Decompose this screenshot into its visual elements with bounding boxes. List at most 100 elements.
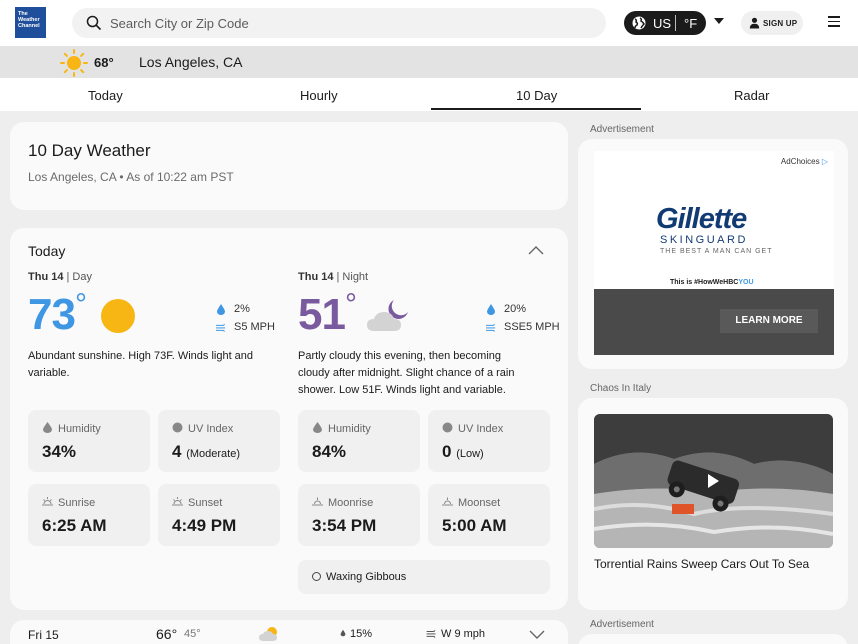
- night-moonset-label: Moonset: [458, 497, 501, 509]
- current-temp: 68°: [94, 55, 114, 70]
- night-period-label: Thu 14 | Night: [298, 271, 368, 283]
- adchoices-link[interactable]: AdChoices ▷: [781, 157, 828, 166]
- humidity-icon: [313, 422, 322, 433]
- night-moonrise-label: Moonrise: [328, 497, 374, 509]
- sunset-icon: [172, 497, 183, 506]
- night-uv-desc: (Low): [456, 448, 484, 460]
- day-temp-value: 73: [28, 290, 76, 339]
- night-period-part: | Night: [336, 271, 369, 283]
- person-icon: [749, 17, 760, 29]
- active-tab-indicator: [431, 108, 641, 110]
- video-thumbnail[interactable]: [594, 414, 833, 548]
- day-precip-value: 2%: [234, 303, 250, 315]
- daily-row-precip-value: 15%: [350, 628, 373, 640]
- night-moonset-tile: Moonset 5:00 AM: [428, 484, 550, 546]
- ad-hashtag-suffix: YOU: [738, 279, 754, 286]
- partly-cloudy-night-icon: [367, 300, 408, 331]
- adchoices-icon: ▷: [821, 157, 828, 166]
- partly-cloudy-icon: [259, 627, 277, 641]
- day-humidity-tile: Humidity 34%: [28, 410, 150, 472]
- day-sunrise-tile: Sunrise 6:25 AM: [28, 484, 150, 546]
- day-period-label: Thu 14 | Day: [28, 271, 92, 283]
- day-sunset-label: Sunset: [188, 497, 223, 509]
- night-precip: 20%: [486, 303, 526, 315]
- chevron-down-icon[interactable]: [714, 18, 724, 24]
- daily-row-wind: W 9 mph: [426, 628, 485, 640]
- tab-radar[interactable]: Radar: [734, 88, 769, 103]
- night-wind-value: SSE5 MPH: [504, 321, 560, 333]
- day-sunrise-value: 6:25 AM: [42, 516, 107, 535]
- day-temp: 73°: [28, 288, 87, 340]
- uv-index-icon: [442, 422, 453, 433]
- region-label: US: [653, 16, 672, 31]
- night-uv-tile: UV Index 0 (Low): [428, 410, 550, 472]
- chevron-down-icon[interactable]: [529, 630, 545, 640]
- ad-hashtag: This is #HowWeHBCYOU: [670, 279, 754, 286]
- night-uv-label: UV Index: [458, 423, 504, 435]
- day-uv-desc: (Moderate): [186, 448, 240, 460]
- day-forecast: Thu 14 | Day 73° 2% S5 MPH Abundant suns…: [28, 228, 298, 610]
- ad-product: SKINGUARD: [660, 234, 748, 246]
- day-temp-degree: °: [74, 288, 87, 321]
- daily-row-day: Fri 15: [28, 628, 59, 642]
- page-title: 10 Day Weather: [28, 141, 151, 160]
- ad-tagline: THE BEST A MAN CAN GET: [660, 248, 773, 255]
- raindrop-icon: [217, 303, 225, 315]
- day-narrative: Abundant sunshine. High 73F. Winds light…: [28, 350, 254, 379]
- sun-icon: [60, 49, 88, 77]
- moonset-icon: [442, 497, 453, 506]
- video-thumbnail-image: [594, 414, 833, 548]
- search-bar[interactable]: [72, 8, 606, 38]
- day-humidity-label: Humidity: [58, 423, 101, 435]
- raindrop-icon: [340, 629, 346, 637]
- unit-divider: [675, 15, 676, 31]
- daily-row-low: 45°: [184, 628, 201, 640]
- moon-phase-value: Waxing Gibbous: [326, 571, 407, 583]
- tab-today[interactable]: Today: [88, 88, 123, 103]
- globe-icon: [632, 16, 646, 30]
- sign-up-button[interactable]: SIGN UP: [741, 11, 803, 35]
- search-input[interactable]: [110, 13, 590, 33]
- moon-phase-tile: Waxing Gibbous: [298, 560, 550, 594]
- current-conditions-strip[interactable]: 68° Los Angeles, CA: [0, 46, 858, 78]
- daily-row-fri[interactable]: Fri 15 66° 45° 15% W 9 mph: [10, 620, 568, 644]
- learn-more-button[interactable]: LEARN MORE: [720, 309, 818, 333]
- advertisement-label-2: Advertisement: [590, 619, 654, 630]
- raindrop-icon: [487, 303, 495, 315]
- ad-banner[interactable]: AdChoices ▷ Gillette SKINGUARD THE BEST …: [594, 151, 834, 355]
- wind-icon: [426, 630, 436, 638]
- wind-icon: [216, 323, 226, 332]
- hamburger-menu-icon[interactable]: [828, 16, 840, 28]
- day-uv-tile: UV Index 4 (Moderate): [158, 410, 280, 472]
- sunny-icon: [101, 299, 135, 333]
- day-period-part: | Day: [66, 271, 92, 283]
- video-title[interactable]: Torrential Rains Sweep Cars Out To Sea: [594, 557, 809, 571]
- video-card[interactable]: Torrential Rains Sweep Cars Out To Sea: [578, 398, 848, 610]
- night-moonrise-tile: Moonrise 3:54 PM: [298, 484, 420, 546]
- day-wind-value: S5 MPH: [234, 321, 275, 333]
- today-detail-card: Today Thu 14 | Day 73° 2% S5 MPH Abundan…: [10, 228, 568, 610]
- day-uv-label: UV Index: [188, 423, 234, 435]
- day-humidity-value: 34%: [42, 442, 77, 461]
- day-sunset-tile: Sunset 4:49 PM: [158, 484, 280, 546]
- uv-index-icon: [172, 422, 183, 433]
- wind-icon: [486, 323, 496, 332]
- sunrise-icon: [42, 497, 53, 506]
- night-temp-degree: °: [344, 288, 357, 321]
- night-forecast: Thu 14 | Night 51° 20% SSE5 MPH Partly c…: [298, 228, 568, 610]
- forecast-tabs: Today Hourly 10 Day Radar: [0, 78, 858, 111]
- tab-10-day[interactable]: 10 Day: [516, 88, 557, 103]
- video-section-label: Chaos In Italy: [590, 383, 652, 394]
- brand-logo[interactable]: The Weather Channel: [15, 7, 46, 38]
- top-bar: TheWeatherChannel US °F SIGN UP: [0, 0, 858, 46]
- tab-hourly[interactable]: Hourly: [300, 88, 338, 103]
- daily-row-precip: 15%: [340, 628, 372, 640]
- unit-toggle[interactable]: US °F: [624, 11, 706, 35]
- page-subtitle: Los Angeles, CA • As of 10:22 am PST: [28, 170, 234, 184]
- ad-brand: Gillette: [656, 203, 747, 235]
- current-location: Los Angeles, CA: [139, 54, 243, 70]
- night-temp-value: 51: [298, 290, 346, 339]
- ad-card-2: [578, 634, 848, 644]
- night-period-date: Thu 14: [298, 271, 334, 283]
- day-sunset-value: 4:49 PM: [172, 516, 237, 535]
